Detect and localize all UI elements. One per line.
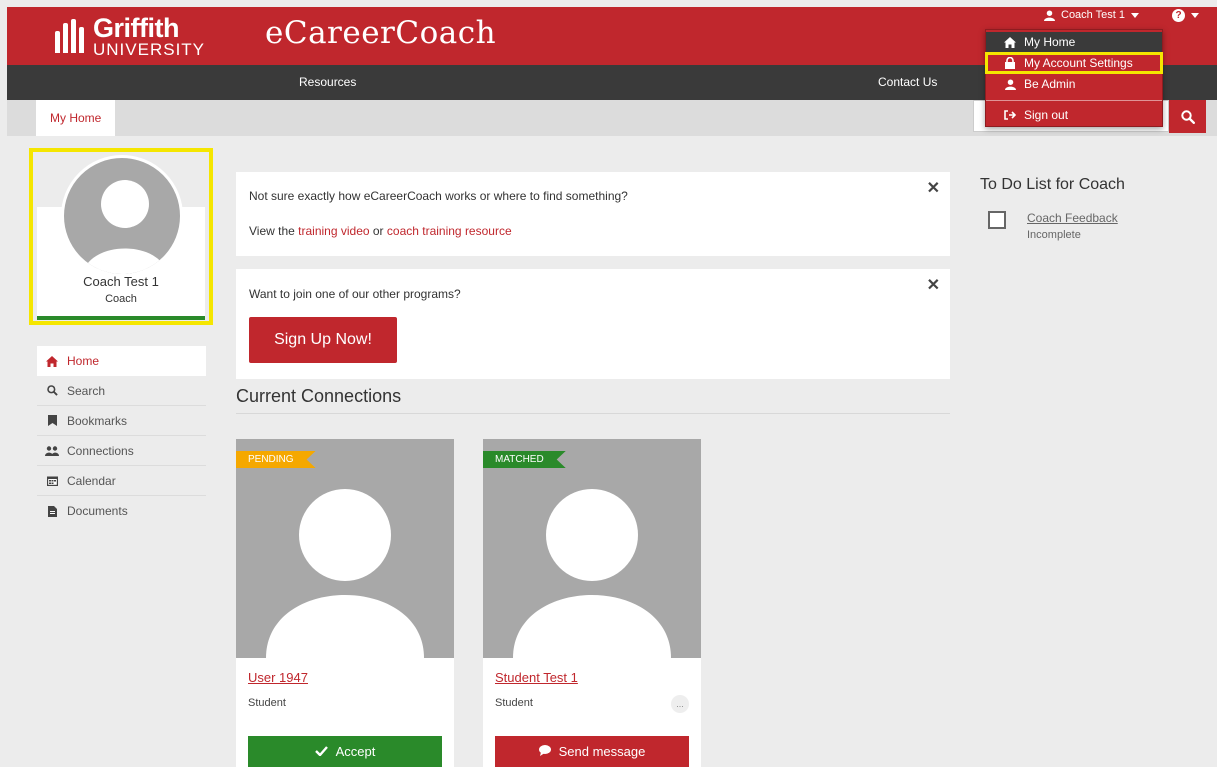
griffith-logo-mark-icon xyxy=(55,19,87,53)
home-icon xyxy=(45,355,59,367)
chevron-down-icon xyxy=(1131,12,1140,18)
sidebar-item-documents[interactable]: Documents xyxy=(37,496,206,526)
griffith-logo[interactable]: Griffith UNIVERSITY xyxy=(55,13,205,59)
sidebar-item-label: Home xyxy=(67,354,100,368)
menu-item-be-admin[interactable]: Be Admin xyxy=(986,74,1162,94)
connection-role: Student xyxy=(495,697,533,709)
document-icon xyxy=(45,505,59,517)
sidebar-item-label: Search xyxy=(67,383,106,398)
menu-item-label: Be Admin xyxy=(1024,77,1076,91)
sign-out-icon xyxy=(1000,110,1020,120)
todo-title: To Do List for Coach xyxy=(980,176,1125,193)
close-icon[interactable]: ✕ xyxy=(927,275,940,295)
sidebar-item-connections[interactable]: Connections xyxy=(37,436,206,466)
join-question: Want to join one of our other programs? xyxy=(249,287,461,301)
training-question: Not sure exactly how eCareerCoach works … xyxy=(249,189,628,203)
sidebar-item-label: Connections xyxy=(67,443,134,458)
connection-name-link[interactable]: User 1947 xyxy=(248,670,308,685)
user-menu-toggle[interactable]: Coach Test 1 xyxy=(1044,4,1140,26)
menu-item-my-home[interactable]: My Home xyxy=(986,32,1162,52)
menu-item-sign-out[interactable]: Sign out xyxy=(986,105,1162,125)
user-icon xyxy=(1000,78,1020,90)
menu-item-my-account-settings[interactable]: My Account Settings xyxy=(985,52,1163,74)
tab-my-home[interactable]: My Home xyxy=(36,100,116,136)
view-prefix: View the xyxy=(249,224,299,238)
status-badge: PENDING xyxy=(236,451,316,468)
menu-divider xyxy=(986,100,1162,101)
training-notice: ✕ Not sure exactly how eCareerCoach work… xyxy=(236,172,950,256)
question-circle-icon: ? xyxy=(1172,8,1185,22)
default-avatar-icon xyxy=(513,489,671,658)
side-nav: Home Search Bookmarks Connections Calend… xyxy=(37,346,206,526)
sidebar-item-label: Bookmarks xyxy=(67,413,128,428)
todo-item-status: Incomplete xyxy=(1027,229,1081,241)
connection-card: MATCHED Student Test 1 Student ... Send … xyxy=(483,439,701,767)
or-text: or xyxy=(369,224,387,238)
user-menu-label: Coach Test 1 xyxy=(1061,9,1126,21)
sidebar-item-calendar[interactable]: Calendar xyxy=(37,466,206,496)
logo-name: Griffith xyxy=(93,12,179,43)
status-badge: MATCHED xyxy=(483,451,566,468)
divider xyxy=(236,413,950,414)
lock-icon xyxy=(1000,57,1020,69)
connection-role: Student xyxy=(248,697,286,709)
connection-photo[interactable]: PENDING xyxy=(236,439,454,658)
logo-sub: UNIVERSITY xyxy=(93,39,206,59)
nav-contact-us[interactable]: Contact Us xyxy=(878,65,937,100)
profile-highlight-box xyxy=(29,148,213,325)
sidebar-item-label: Documents xyxy=(67,504,128,518)
nav-resources[interactable]: Resources xyxy=(299,65,356,100)
connection-card: PENDING User 1947 Student Accept xyxy=(236,439,454,767)
send-message-label: Send message xyxy=(558,744,646,759)
calendar-icon xyxy=(45,475,59,486)
sign-up-now-button[interactable]: Sign Up Now! xyxy=(249,317,397,363)
bookmark-icon xyxy=(45,415,59,426)
todo-item-link[interactable]: Coach Feedback xyxy=(1027,211,1118,225)
search-icon xyxy=(1180,109,1195,124)
menu-item-label: My Account Settings xyxy=(1024,56,1133,70)
sidebar-item-search[interactable]: Search xyxy=(37,376,206,406)
accept-button-label: Accept xyxy=(335,744,376,759)
training-links: View the training video or coach trainin… xyxy=(249,224,512,238)
send-message-button[interactable]: Send message xyxy=(495,736,689,767)
close-icon[interactable]: ✕ xyxy=(927,178,940,198)
app-title[interactable]: eCareerCoach xyxy=(265,15,496,51)
more-options-button[interactable]: ... xyxy=(671,695,689,713)
training-video-link[interactable]: training video xyxy=(298,224,369,238)
accept-button[interactable]: Accept xyxy=(248,736,442,767)
menu-item-label: Sign out xyxy=(1024,108,1069,122)
search-icon xyxy=(45,385,59,396)
menu-item-label: My Home xyxy=(1024,35,1076,49)
todo-checkbox[interactable] xyxy=(988,211,1006,229)
user-icon xyxy=(1044,9,1055,21)
user-dropdown-menu: My Home My Account Settings Be Admin Sig… xyxy=(985,29,1163,127)
search-button[interactable] xyxy=(1169,100,1206,133)
chevron-down-icon xyxy=(1191,12,1199,18)
help-menu-toggle[interactable]: ? xyxy=(1172,4,1199,26)
join-programs-notice: ✕ Want to join one of our other programs… xyxy=(236,269,950,379)
chat-bubble-icon xyxy=(538,744,551,759)
check-icon xyxy=(314,744,328,759)
current-connections-title: Current Connections xyxy=(236,386,402,406)
home-icon xyxy=(1000,36,1020,48)
default-avatar-icon xyxy=(266,489,424,658)
sidebar-item-bookmarks[interactable]: Bookmarks xyxy=(37,406,206,436)
coach-training-resource-link[interactable]: coach training resource xyxy=(387,224,512,238)
connection-photo[interactable]: MATCHED xyxy=(483,439,701,658)
connection-name-link[interactable]: Student Test 1 xyxy=(495,670,578,685)
sidebar-item-label: Calendar xyxy=(67,473,116,488)
users-icon xyxy=(45,445,59,456)
sidebar-item-home[interactable]: Home xyxy=(37,346,206,376)
